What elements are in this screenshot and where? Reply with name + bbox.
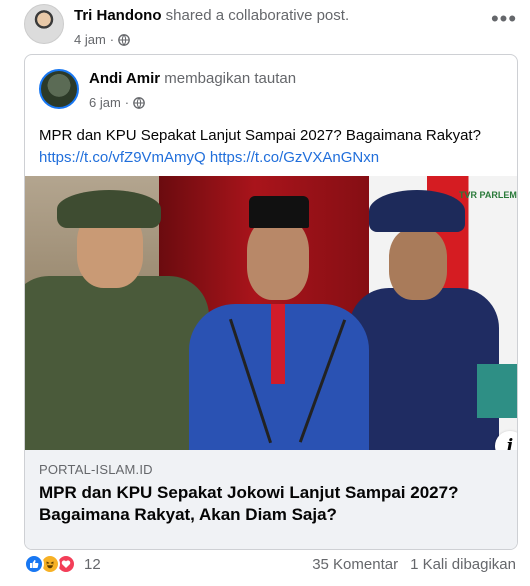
sign-language-inset xyxy=(477,364,517,418)
shared-author-line: Andi Amir membagikan tautan xyxy=(89,70,296,87)
author-action: shared a collaborative post. xyxy=(165,7,350,24)
shared-post: Andi Amir membagikan tautan 6 jam · MPR … xyxy=(24,54,518,550)
shares-count[interactable]: 1 Kali dibagikan xyxy=(410,556,516,573)
link-preview-caption[interactable]: PORTAL-ISLAM.ID MPR dan KPU Sepakat Joko… xyxy=(25,450,517,549)
post-footer: 12 35 Komentar 1 Kali dibagikan xyxy=(24,552,518,580)
globe-icon xyxy=(118,33,130,46)
author-avatar[interactable] xyxy=(24,4,64,44)
shared-author-action: membagikan tautan xyxy=(164,70,297,87)
link-domain: PORTAL-ISLAM.ID xyxy=(39,462,153,477)
post-meta: 4 jam · xyxy=(74,32,130,47)
reaction-count: 12 xyxy=(84,555,101,573)
author-line: Tri Handono shared a collaborative post. xyxy=(74,7,349,24)
like-icon xyxy=(24,554,44,574)
shared-post-text: MPR dan KPU Sepakat Lanjut Sampai 2027? … xyxy=(39,125,509,169)
more-options-button[interactable]: ••• xyxy=(486,8,522,36)
tv-logo: TVR PARLEMEN xyxy=(459,190,517,200)
post-time[interactable]: 4 jam xyxy=(74,32,106,47)
shared-post-time[interactable]: 6 jam xyxy=(89,95,121,110)
author-name[interactable]: Tri Handono xyxy=(74,7,162,24)
link-preview-image[interactable]: TVR PARLEMEN i xyxy=(25,176,517,450)
shared-author-name[interactable]: Andi Amir xyxy=(89,70,160,87)
shared-post-message: MPR dan KPU Sepakat Lanjut Sampai 2027? … xyxy=(39,127,481,144)
shared-post-meta: 6 jam · xyxy=(89,95,145,110)
comments-count[interactable]: 35 Komentar xyxy=(312,556,398,573)
shared-author-avatar[interactable] xyxy=(39,69,79,109)
globe-icon xyxy=(133,96,145,109)
post-header: Tri Handono shared a collaborative post.… xyxy=(24,4,524,50)
reactions-summary[interactable]: 12 xyxy=(24,554,101,574)
shared-post-links[interactable]: https://t.co/vfZ9VmAmyQ https://t.co/GzV… xyxy=(39,147,509,169)
link-headline[interactable]: MPR dan KPU Sepakat Jokowi Lanjut Sampai… xyxy=(39,482,509,526)
post-card: Tri Handono shared a collaborative post.… xyxy=(0,0,530,586)
engagement-counts: 35 Komentar 1 Kali dibagikan xyxy=(312,556,516,573)
